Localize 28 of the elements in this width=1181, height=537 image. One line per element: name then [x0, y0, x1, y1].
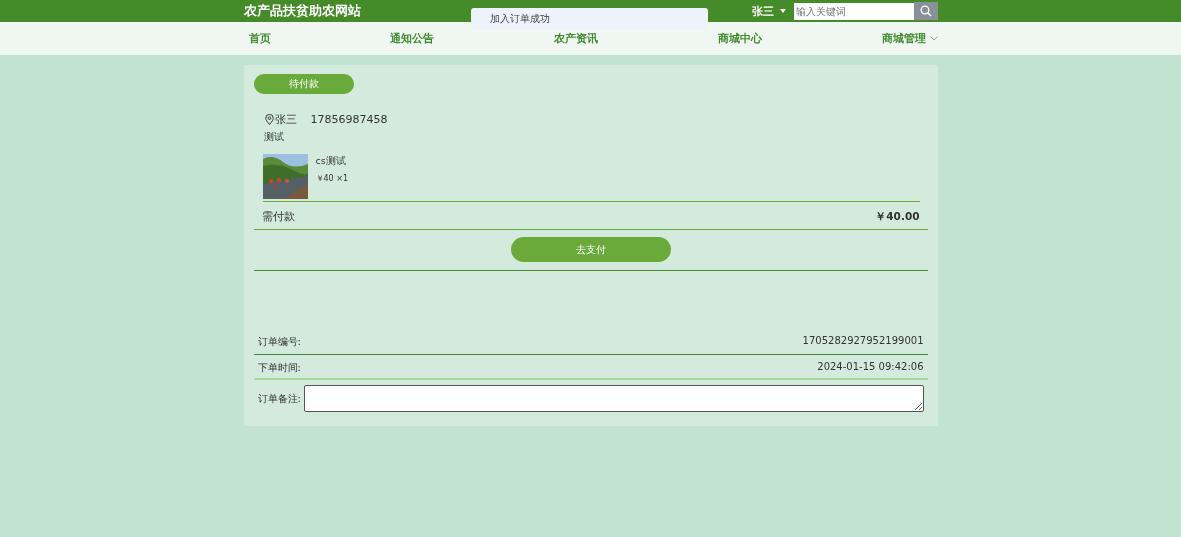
info-label: 下单时间:	[257, 361, 301, 375]
nav-link[interactable]: 通知公告	[390, 31, 435, 46]
caret-icon	[779, 9, 786, 13]
product-price: ￥40 ×1	[315, 173, 348, 184]
remark-label: 订单备注:	[257, 391, 301, 406]
status-badge: 待付款	[253, 74, 354, 94]
total-label: 需付款	[261, 210, 295, 224]
location-icon	[264, 114, 274, 125]
total-amount: ￥40.00	[875, 210, 920, 224]
info-label: 订单编号:	[257, 335, 301, 349]
search-icon	[919, 5, 932, 17]
search-field[interactable]: 输入关键词	[793, 2, 914, 20]
nav-link[interactable]: 商城中心	[717, 31, 762, 46]
toast-message: 加入订单成功	[471, 8, 708, 30]
search-button[interactable]	[913, 2, 938, 20]
recipient-phone: 17856987458	[310, 113, 388, 126]
nav-link[interactable]: 商城管理	[881, 31, 938, 46]
info-value: 1705282927952199001	[802, 335, 924, 348]
nav-link[interactable]: 首页	[248, 31, 271, 46]
recipient-name: 张三	[274, 112, 297, 127]
address-detail: 测试	[263, 131, 285, 144]
pay-button[interactable]: 去支付	[510, 237, 671, 262]
nav-link[interactable]: 农产资讯	[554, 31, 598, 46]
remark-field[interactable]	[303, 385, 924, 412]
user-menu[interactable]: 张三	[751, 3, 786, 19]
info-value: 2024-01-15 09:42:06	[817, 361, 924, 374]
site-title: 农产品扶贫助农网站	[243, 2, 361, 20]
product-name: cs测试	[315, 155, 347, 168]
